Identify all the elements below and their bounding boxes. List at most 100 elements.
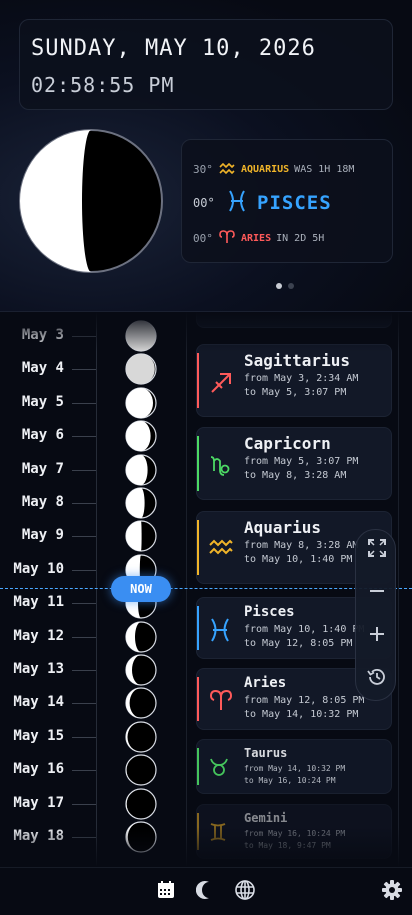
sign-from: from May 14, 10:32 PM (244, 764, 346, 773)
moon-phase-day (125, 721, 157, 753)
sign-from: from May 5, 3:07 PM (244, 456, 359, 467)
date-time-card: SUNDAY, MAY 10, 2026 02:58:55 PM (19, 19, 393, 110)
settings-icon (381, 879, 403, 905)
timeline-divider (186, 312, 187, 867)
sign-to: to May 18, 9:47 PM (244, 841, 331, 850)
moon-button[interactable] (194, 880, 218, 904)
timeline-axis (96, 312, 97, 867)
moon-timeline[interactable]: May 3 May 4 May 5 May 6 May 7 May 8 May 9 May 1… (0, 312, 412, 867)
current-sign: PISCES (257, 192, 332, 214)
day-label: May 5 (21, 393, 64, 410)
pager-dot-1[interactable] (276, 283, 282, 289)
pager-dots[interactable] (276, 283, 294, 289)
moon-phase-large (17, 127, 165, 275)
moon-phase-day (125, 453, 157, 486)
day-tick (72, 703, 96, 705)
sign-to: to May 5, 3:07 PM (244, 387, 347, 398)
sign-to: to May 14, 10:32 PM (244, 709, 359, 720)
sign-name: Gemini (244, 811, 288, 825)
zoom-in-button[interactable] (356, 616, 397, 656)
sign-card-sagittarius[interactable]: Sagittarius from May 3, 2:34 AM to May 5, … (196, 344, 392, 417)
day-tick (72, 837, 96, 838)
day-tick (72, 336, 96, 337)
sign-from: from May 16, 10:24 PM (244, 829, 346, 838)
now-indicator-line (0, 588, 412, 589)
day-label: May 10 (13, 560, 64, 577)
sign-color-bar (197, 436, 199, 491)
sign-color-bar (197, 520, 199, 575)
header-area: SUNDAY, MAY 10, 2026 02:58:55 PM 30° AQU… (0, 0, 412, 312)
zodiac-next-row: 00° ARIES IN 2D 5H (193, 229, 324, 248)
now-button[interactable]: NOW (111, 576, 171, 602)
sign-name: Taurus (244, 746, 288, 760)
sign-card-gemini[interactable]: Gemini from May 16, 10:24 PM to May 18, 9:… (196, 804, 392, 859)
next-sign: ARIES (241, 233, 272, 244)
sign-from: from May 3, 2:34 AM (244, 373, 359, 384)
day-tick (72, 736, 96, 738)
timeline-edge (398, 312, 399, 867)
current-time: 02:58:55 PM (31, 73, 175, 97)
moon-phase-day (125, 387, 157, 419)
sign-name: Aquarius (244, 518, 322, 537)
moon-phase-day (125, 320, 157, 352)
day-label: May 13 (13, 661, 64, 677)
day-label: May 17 (13, 794, 64, 811)
sign-card-previous[interactable] (196, 312, 392, 328)
sign-to: to May 8, 3:28 AM (244, 470, 347, 481)
day-tick (72, 503, 96, 504)
day-tick (72, 670, 96, 671)
fit-screen-icon (367, 538, 387, 562)
current-degree: 00° (193, 196, 215, 210)
globe-button[interactable] (233, 880, 257, 904)
zoom-in-icon (368, 625, 386, 647)
sign-card-capricorn[interactable]: Capricorn from May 5, 3:07 PM to May 8, 3:… (196, 427, 392, 500)
day-tick (72, 770, 96, 772)
sign-to: to May 16, 10:24 PM (244, 776, 336, 785)
day-tick (72, 603, 96, 605)
settings-button[interactable] (380, 880, 404, 904)
current-date: SUNDAY, MAY 10, 2026 (31, 36, 316, 61)
day-label: May 14 (13, 694, 64, 711)
capricorn-icon (209, 454, 233, 482)
pager-dot-2[interactable] (288, 283, 294, 289)
zoom-out-button[interactable] (356, 573, 397, 613)
sign-color-bar (197, 813, 199, 850)
sagittarius-icon (209, 371, 233, 399)
calendar-button[interactable] (154, 880, 178, 904)
sign-from: from May 10, 1:40 PM (244, 624, 365, 635)
sign-to: to May 12, 8:05 PM (244, 638, 353, 649)
sign-color-bar (197, 606, 199, 650)
zodiac-card[interactable]: 30° AQUARIUS WAS 1H 18M 00° PISCES 00° A… (181, 139, 393, 263)
sign-color-bar (197, 353, 199, 408)
day-label: May 4 (21, 360, 64, 377)
history-button[interactable] (356, 659, 397, 699)
sign-card-taurus[interactable]: Taurus from May 14, 10:32 PM to May 16, 10… (196, 739, 392, 794)
day-tick (72, 402, 96, 404)
next-degree: 00° (193, 232, 213, 245)
taurus-icon (209, 757, 229, 781)
moon-phase-day (125, 654, 157, 686)
fit-screen-button[interactable] (356, 530, 397, 570)
pisces-icon (227, 190, 247, 216)
day-label: May 18 (13, 828, 64, 844)
globe-icon (234, 879, 256, 905)
aquarius-icon (209, 538, 233, 562)
sign-to: to May 10, 1:40 PM (244, 554, 353, 565)
gemini-icon (209, 822, 227, 846)
day-label: May 9 (21, 527, 64, 544)
moon-phase-day (125, 687, 157, 719)
moon-phase-day (125, 487, 157, 519)
day-label: May 11 (13, 594, 64, 611)
day-tick (72, 569, 96, 571)
sign-from: from May 12, 8:05 PM (244, 695, 365, 706)
moon-phase-day (125, 620, 157, 653)
moon-phase-day (125, 420, 157, 452)
calendar-icon (156, 880, 176, 904)
day-label: May 16 (13, 761, 64, 778)
sign-name: Aries (244, 675, 287, 691)
moon-phase-day (125, 353, 157, 385)
zoom-out-icon (368, 582, 386, 604)
zodiac-current-row: 00° PISCES (193, 190, 337, 216)
day-label: May 15 (13, 727, 64, 744)
day-label: May 6 (21, 427, 64, 444)
